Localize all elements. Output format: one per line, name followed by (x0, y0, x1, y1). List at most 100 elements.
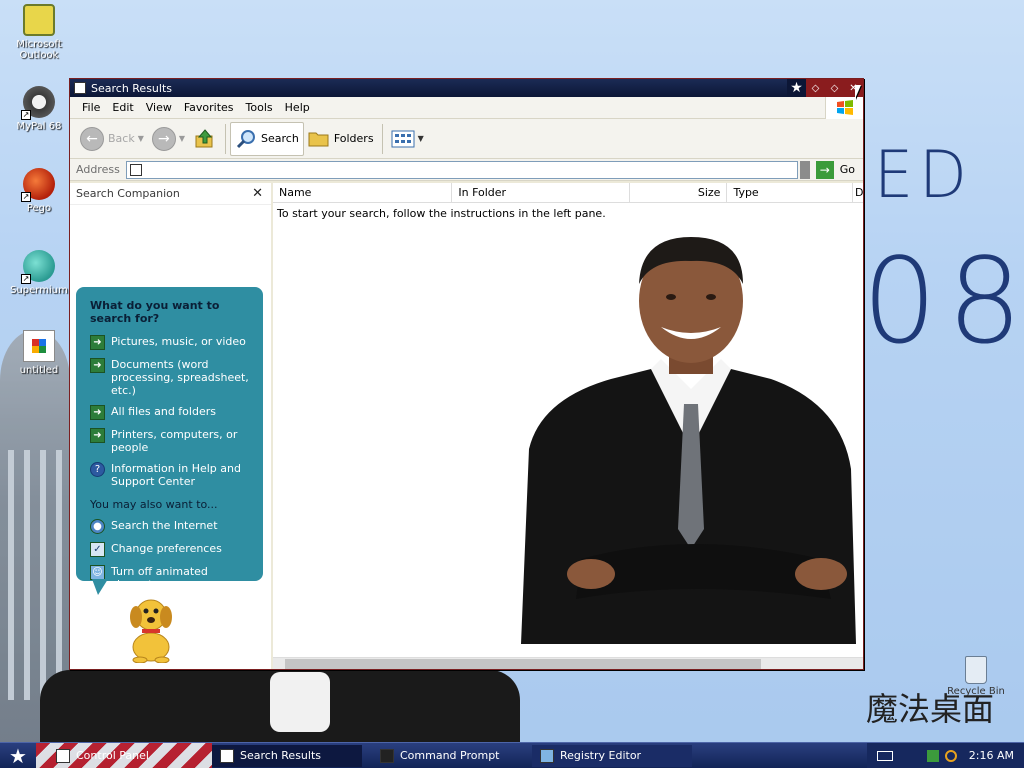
shortcut-arrow-icon: ↗ (21, 110, 31, 120)
option-turn-off-character[interactable]: ☺ Turn off animated character (90, 565, 253, 591)
folders-button[interactable]: Folders (304, 122, 378, 156)
search-companion-header: Search Companion ✕ (70, 183, 271, 205)
option-label: Change preferences (111, 542, 222, 555)
task-label: Control Panel (76, 749, 149, 762)
toolbar: ← Back ▼ → ▼ Search Folders ▼ (70, 119, 863, 159)
keyboard-icon[interactable] (876, 750, 893, 761)
background-text-2: 08 (862, 232, 1024, 370)
outlook-icon (23, 4, 55, 36)
back-button[interactable]: ← Back ▼ (76, 122, 148, 156)
window-title: Search Results (91, 81, 173, 95)
forward-arrow-icon: → (151, 126, 176, 151)
option-search-internet[interactable]: ● Search the Internet (90, 519, 253, 534)
window-app-icon (74, 82, 86, 94)
address-label: Address (76, 163, 120, 176)
close-icon[interactable]: ✕ (252, 186, 263, 201)
shortcut-arrow-icon: ↗ (21, 192, 31, 202)
scrollbar-thumb[interactable] (285, 659, 761, 669)
address-input[interactable] (125, 160, 798, 179)
menu-view[interactable]: View (140, 101, 178, 114)
up-folder-button[interactable] (189, 122, 221, 156)
column-header-name[interactable]: Name (273, 183, 453, 203)
task-command-prompt[interactable]: Command Prompt (372, 745, 532, 767)
task-search-results[interactable]: Search Results (212, 744, 362, 767)
option-pictures[interactable]: ➜ Pictures, music, or video (90, 335, 253, 350)
raccoon-icon: ↗ (21, 86, 55, 120)
animated-dog-character[interactable] (120, 591, 182, 663)
menu-edit[interactable]: Edit (106, 101, 139, 114)
search-button[interactable]: Search (230, 121, 304, 156)
column-header-type[interactable]: Type (727, 183, 853, 203)
taskbar-flag-area: Control Panel (36, 742, 212, 768)
option-label: Documents (word processing, spreadsheet,… (111, 358, 249, 397)
pin-button[interactable]: ★ (787, 79, 806, 97)
maximize-button[interactable]: ◇ (825, 79, 844, 97)
minimize-button[interactable]: ◇ (806, 79, 825, 97)
forward-button[interactable]: → ▼ (148, 122, 189, 156)
window-controls: ★ ◇ ◇ ✕ (787, 79, 863, 97)
desktop-icon-label: Pego (26, 203, 52, 214)
go-button[interactable]: → Go (815, 160, 855, 179)
search-companion-title: Search Companion (76, 187, 180, 200)
menu-help[interactable]: Help (279, 101, 316, 114)
task-control-panel[interactable]: Control Panel (48, 745, 198, 767)
desktop-icon-label: Supermium (10, 285, 68, 296)
command-prompt-icon (380, 748, 394, 763)
desktop-icon-untitled[interactable]: untitled (4, 330, 74, 376)
start-button[interactable]: ★ (0, 743, 36, 768)
results-hint: To start your search, follow the instruc… (277, 207, 606, 220)
menu-favorites[interactable]: Favorites (178, 101, 240, 114)
menu-bar: File Edit View Favorites Tools Help (70, 97, 863, 119)
clock[interactable]: 2:16 AM (969, 749, 1014, 762)
desktop-icon-supermium[interactable]: ↗ Supermium (4, 250, 74, 296)
network-icon[interactable] (926, 749, 939, 762)
capitol-column (24, 450, 30, 700)
task-label: Registry Editor (560, 749, 642, 762)
also-want-label: You may also want to... (90, 498, 218, 511)
column-header-date[interactable]: D (853, 183, 863, 203)
results-pane: Name In Folder Size Type D To start your… (273, 183, 863, 669)
capitol-column (56, 450, 62, 700)
desktop-icon-label: untitled (19, 365, 59, 376)
desktop-icon-mypal[interactable]: ↗ MyPal 68 (4, 86, 74, 132)
person-photo (521, 237, 856, 644)
chevron-down-icon: ▼ (417, 134, 424, 143)
column-header-size[interactable]: Size (630, 183, 728, 203)
option-all-files[interactable]: ➜ All files and folders (90, 405, 253, 420)
back-arrow-icon: ← (80, 126, 104, 151)
desktop-icon-pego[interactable]: ↗ Pego (4, 168, 74, 214)
column-header-in-folder[interactable]: In Folder (452, 183, 630, 203)
recycle-bin[interactable]: Recycle Bin (946, 656, 1006, 697)
arrow-right-icon: ➜ (90, 358, 105, 373)
horizontal-scrollbar[interactable] (273, 657, 863, 669)
character-icon: ☺ (90, 565, 105, 580)
option-label: Information in Help and Support Center (111, 462, 241, 488)
menu-file[interactable]: File (76, 101, 106, 114)
search-icon (236, 129, 256, 148)
supermium-icon: ↗ (21, 250, 55, 284)
results-column-headers: Name In Folder Size Type D (273, 183, 863, 203)
option-documents[interactable]: ➜ Documents (word processing, spreadshee… (90, 358, 253, 397)
menu-tools[interactable]: Tools (240, 101, 279, 114)
option-change-preferences[interactable]: ✓ Change preferences (90, 542, 253, 557)
arrow-right-icon: ➜ (90, 335, 105, 350)
window-titlebar[interactable]: Search Results ★ ◇ ◇ ✕ (70, 79, 863, 97)
toolbar-separator (381, 123, 383, 154)
folder-icon (129, 163, 142, 176)
search-tray-icon[interactable] (944, 749, 957, 762)
image-file-icon (23, 330, 55, 362)
address-dropdown-button[interactable] (799, 160, 810, 179)
mouse-cursor (855, 85, 861, 99)
recycle-bin-label: Recycle Bin (947, 686, 1005, 697)
chevron-down-icon: ▼ (178, 134, 186, 143)
option-printers[interactable]: ➜ Printers, computers, or people (90, 428, 253, 454)
desktop-icon-outlook[interactable]: Microsoft Outlook (4, 4, 74, 61)
folders-icon (308, 132, 329, 146)
option-label: Turn off animated character (111, 565, 208, 591)
views-button[interactable]: ▼ (387, 122, 428, 156)
search-results-window: Search Results ★ ◇ ◇ ✕ File Edit View Fa… (69, 78, 864, 670)
background-sleeve (270, 672, 330, 732)
task-registry-editor[interactable]: Registry Editor (532, 744, 692, 767)
address-bar: Address → Go (70, 159, 863, 181)
option-help-center[interactable]: ? Information in Help and Support Center (90, 462, 253, 488)
